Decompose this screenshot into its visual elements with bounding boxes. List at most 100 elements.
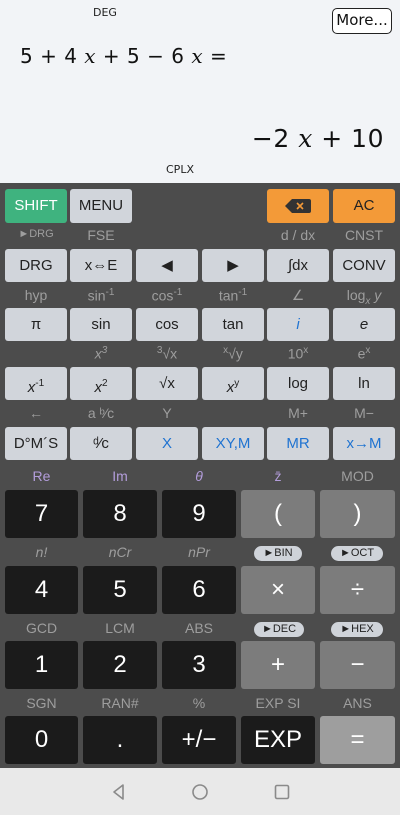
digit-2-button[interactable]: 2 [83,641,157,689]
cursor-left-button[interactable]: ◀ [136,249,198,282]
digit-0-button[interactable]: 0 [5,716,78,764]
calculator-display: DEG More... 5 + 4 x + 5 − 6 x = −2 x + 1… [0,0,400,183]
digit-1-button[interactable]: 1 [5,641,78,689]
shift-label-im: Im [112,468,128,484]
shift-label-ans: ANS [343,695,372,711]
power-button[interactable]: xy [202,367,264,400]
decimal-point-button[interactable]: . [83,716,157,764]
shift-label-re: Re [32,468,51,484]
backspace-button[interactable] [267,189,329,223]
equals-button[interactable]: = [320,716,395,764]
shift-label-drg: ►DRG [18,228,54,240]
shift-label-e-power: ex [357,345,371,362]
recents-icon[interactable] [273,783,291,801]
divide-button[interactable]: ÷ [320,566,395,614]
menu-button[interactable]: MENU [70,189,132,223]
pi-button[interactable]: π [5,308,67,341]
system-navigation-bar [0,768,400,815]
shift-label-ddx: d / dx [280,227,316,243]
ln-button[interactable]: ln [333,367,395,400]
subtract-button[interactable]: − [320,641,395,689]
close-paren-button[interactable]: ) [320,490,395,538]
shift-label-gcd: GCD [25,620,58,636]
shift-label-asin: sin-1 [87,287,115,304]
digit-5-button[interactable]: 5 [83,566,157,614]
multiply-button[interactable]: × [241,566,315,614]
back-icon[interactable] [110,783,128,801]
shift-label-bin: ►BIN [254,546,302,561]
shift-label-m-minus: M− [354,405,374,421]
shift-label-ncr: nCr [108,544,132,560]
x-variable-button[interactable]: X [136,427,198,460]
shift-label-lcm: LCM [105,620,135,636]
integral-button[interactable]: ∫dx [267,249,329,282]
shift-label-oct: ►OCT [331,546,383,561]
shift-label-hex: ►HEX [331,622,383,637]
shift-label-cube: x3 [94,345,108,362]
cursor-right-button[interactable]: ▶ [202,249,264,282]
euler-e-button[interactable]: e [333,308,395,341]
complex-mode-indicator: CPLX [166,163,194,176]
shift-label-npr: nPr [188,544,210,560]
digit-3-button[interactable]: 3 [162,641,236,689]
shift-label-mod: MOD [341,468,374,484]
imaginary-i-button[interactable]: i [267,308,329,341]
store-memory-button[interactable]: x→M [333,427,395,460]
shift-label-atan: tan-1 [218,287,248,304]
shift-label-mixed-fraction: a ᵇ⁄c [87,405,115,421]
xym-button[interactable]: XY,M [202,427,264,460]
all-clear-button[interactable]: AC [333,189,395,223]
dms-button[interactable]: D°M´S [5,427,67,460]
shift-label-cnst: CNST [344,227,384,243]
digit-7-button[interactable]: 7 [5,490,78,538]
shift-label-cbrt: 3√x [156,345,178,362]
shift-label-conjugate: z̄ [274,468,282,484]
shift-label-m-plus: M+ [288,405,308,421]
input-expression[interactable]: 5 + 4 x + 5 − 6 x = [20,44,227,68]
shift-label-dec: ►DEC [254,622,304,637]
shift-label-angle: ∠ [291,287,305,303]
square-button[interactable]: x2 [70,367,132,400]
add-button[interactable]: + [241,641,315,689]
shift-label-xroot: x√y [223,345,243,362]
digit-8-button[interactable]: 8 [83,490,157,538]
tan-button[interactable]: tan [202,308,264,341]
shift-label-y: Y [162,405,172,421]
shift-button[interactable]: SHIFT [5,189,67,223]
shift-label-acos: cos-1 [151,287,183,304]
drg-button[interactable]: DRG [5,249,67,282]
digit-6-button[interactable]: 6 [162,566,236,614]
cos-button[interactable]: cos [136,308,198,341]
fraction-button[interactable]: ᵈ⁄c [70,427,132,460]
x-e-button[interactable]: x⇔E [70,249,132,282]
shift-label-left-arrow: ← [29,405,43,421]
conv-button[interactable]: CONV [333,249,395,282]
keypad: SHIFT MENU AC ►DRG FSE d / dx CNST DRG x… [0,183,400,768]
home-icon[interactable] [191,783,209,801]
sin-button[interactable]: sin [70,308,132,341]
log-button[interactable]: log [267,367,329,400]
shift-label-factorial: n! [35,544,48,560]
shift-label-hyp: hyp [24,287,48,303]
shift-label-exp-si: EXP SI [255,695,301,711]
shift-label-logxy: logx y [346,287,382,307]
backspace-icon [285,199,311,213]
shift-label-theta: θ [195,468,203,484]
shift-label-fse: FSE [87,227,115,243]
angle-mode-indicator: DEG [93,6,117,19]
reciprocal-button[interactable]: x-1 [5,367,67,400]
shift-label-percent: % [192,695,206,711]
shift-label-sgn: SGN [26,695,57,711]
memory-recall-button[interactable]: MR [267,427,329,460]
exp-button[interactable]: EXP [241,716,315,764]
shift-label-abs: ABS [184,620,213,636]
open-paren-button[interactable]: ( [241,490,315,538]
shift-label-ten-power: 10x [287,345,309,362]
result-value: −2 x + 10 [251,124,384,153]
negate-button[interactable]: +/− [162,716,236,764]
digit-9-button[interactable]: 9 [162,490,236,538]
sqrt-button[interactable]: √x [136,367,198,400]
digit-4-button[interactable]: 4 [5,566,78,614]
shift-label-ran: RAN# [101,695,139,711]
more-button[interactable]: More... [332,8,392,34]
